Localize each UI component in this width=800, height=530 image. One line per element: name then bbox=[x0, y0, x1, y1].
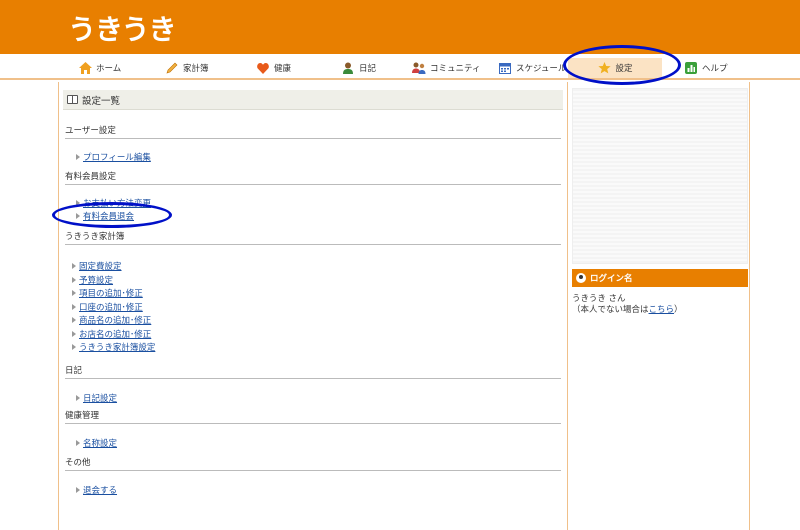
link-budget[interactable]: 予算設定 bbox=[72, 274, 113, 286]
ad-placeholder bbox=[572, 88, 748, 264]
bullet-arrow-icon bbox=[72, 263, 76, 269]
nav-item-home[interactable]: ホーム bbox=[78, 58, 121, 78]
section-title-kakeibo: うきうき家計簿 bbox=[65, 230, 561, 245]
sidebar: ログイン名 うきうき さん （本人でない場合はこちら） bbox=[568, 82, 750, 530]
bullet-arrow-icon bbox=[72, 304, 76, 310]
panel-title: 設定一覧 bbox=[82, 95, 121, 107]
nav-item-schedule[interactable]: スケジュール bbox=[498, 58, 566, 78]
section-title-user: ユーザー設定 bbox=[65, 124, 561, 139]
community-icon bbox=[412, 61, 426, 75]
bullet-arrow-icon bbox=[72, 331, 76, 337]
annotation-circle-paid-cancel bbox=[52, 202, 172, 228]
link-category-edit[interactable]: 項目の追加･修正 bbox=[72, 287, 143, 299]
section-title-paid: 有料会員設定 bbox=[65, 170, 561, 185]
bullet-arrow-icon bbox=[72, 290, 76, 296]
settings-main-panel: 設定一覧 ユーザー設定 プロフィール編集 有料会員設定 お支払い方法変更 有料会… bbox=[58, 82, 568, 530]
annotation-circle-settings bbox=[563, 45, 681, 85]
nav-label: ホーム bbox=[96, 64, 122, 74]
nav-label: 日記 bbox=[359, 64, 377, 74]
calendar-icon bbox=[498, 61, 512, 75]
link-shop-edit[interactable]: お店名の追加･修正 bbox=[72, 328, 151, 340]
nav-item-diary[interactable]: 日記 bbox=[341, 58, 376, 78]
bullet-arrow-icon bbox=[72, 317, 76, 323]
pencil-icon bbox=[165, 61, 179, 75]
home-icon bbox=[78, 61, 92, 75]
bullet-arrow-icon bbox=[76, 487, 80, 493]
section-title-other: その他 bbox=[65, 456, 561, 471]
link-name-settings[interactable]: 名称設定 bbox=[76, 437, 117, 449]
book-icon bbox=[67, 95, 78, 104]
not-you-note: （本人でない場合はこちら） bbox=[572, 305, 683, 315]
link-withdraw[interactable]: 退会する bbox=[76, 484, 117, 496]
nav-label: スケジュール bbox=[516, 64, 567, 74]
nav-item-kakeibo[interactable]: 家計簿 bbox=[165, 58, 209, 78]
nav-label: コミュニティ bbox=[430, 64, 481, 74]
site-header: うきうき bbox=[0, 0, 800, 54]
help-icon bbox=[684, 61, 698, 75]
nav-item-help[interactable]: ヘルプ bbox=[684, 58, 728, 78]
bullet-arrow-icon bbox=[72, 344, 76, 350]
link-product-edit[interactable]: 商品名の追加･修正 bbox=[72, 314, 151, 326]
bullet-arrow-icon bbox=[76, 154, 80, 160]
link-kakeibo-settings[interactable]: うきうき家計簿設定 bbox=[72, 341, 155, 353]
nav-item-health[interactable]: 健康 bbox=[256, 58, 291, 78]
bullet-arrow-icon bbox=[72, 277, 76, 283]
not-you-link[interactable]: こちら bbox=[649, 305, 675, 315]
login-title: ログイン名 bbox=[590, 274, 633, 284]
heart-icon bbox=[256, 61, 270, 75]
nav-item-community[interactable]: コミュニティ bbox=[412, 58, 481, 78]
nav-label: ヘルプ bbox=[702, 64, 728, 74]
link-profile-edit[interactable]: プロフィール編集 bbox=[76, 151, 151, 163]
login-header: ログイン名 bbox=[572, 269, 748, 287]
bullet-arrow-icon bbox=[76, 440, 80, 446]
person-icon bbox=[341, 61, 355, 75]
section-title-diary: 日記 bbox=[65, 364, 561, 379]
nav-label: 家計簿 bbox=[183, 64, 209, 74]
link-account-edit[interactable]: 口座の追加･修正 bbox=[72, 301, 143, 313]
site-logo[interactable]: うきうき bbox=[68, 8, 176, 48]
section-title-health: 健康管理 bbox=[65, 409, 561, 424]
user-icon bbox=[576, 273, 586, 283]
panel-header: 設定一覧 bbox=[63, 90, 563, 110]
link-fixed-cost[interactable]: 固定費設定 bbox=[72, 260, 122, 272]
link-diary-settings[interactable]: 日記設定 bbox=[76, 392, 117, 404]
nav-label: 健康 bbox=[274, 64, 292, 74]
bullet-arrow-icon bbox=[76, 395, 80, 401]
